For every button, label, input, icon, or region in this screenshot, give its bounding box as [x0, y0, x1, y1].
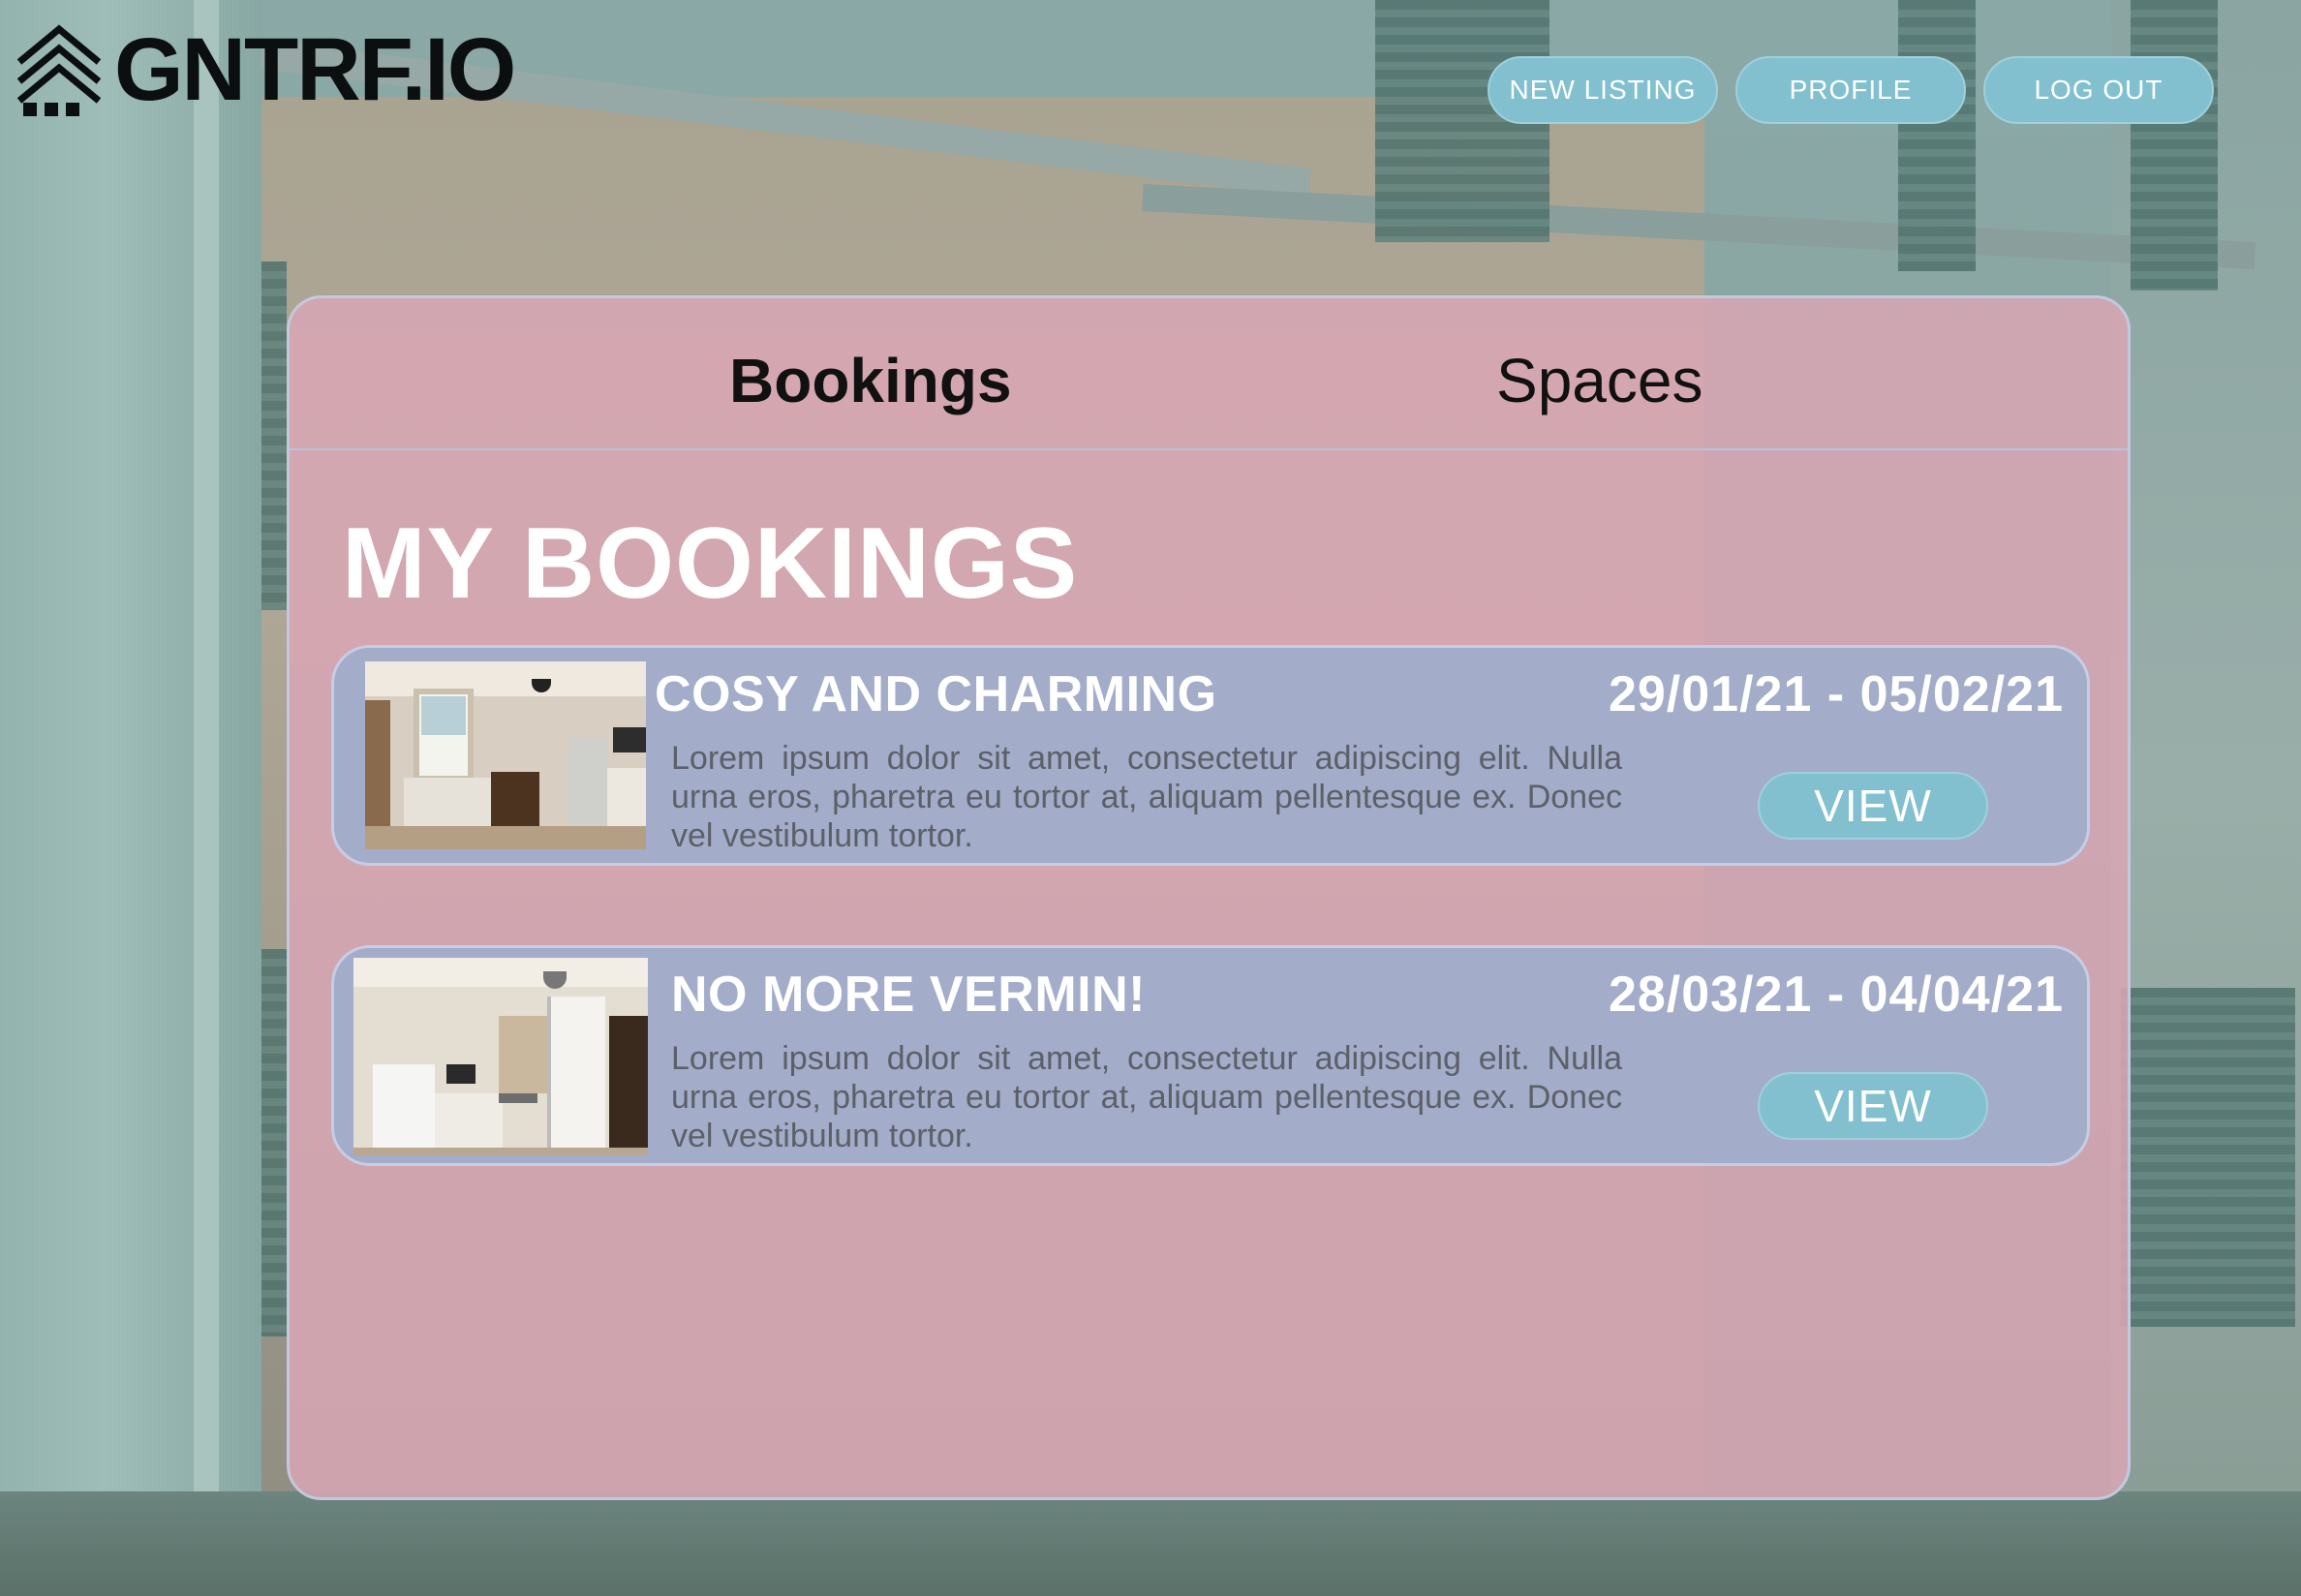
tab-spaces[interactable]: Spaces — [1496, 345, 1703, 416]
booking-title: NO MORE VERMIN! — [671, 967, 1146, 1023]
brand-name: GNTRF.IO — [114, 20, 516, 119]
log-out-button[interactable]: LOG OUT — [1983, 56, 2214, 124]
booking-card: NO MORE VERMIN! 28/03/21 - 04/04/21 Lore… — [331, 945, 2090, 1166]
page-title: MY BOOKINGS — [342, 507, 1079, 620]
booking-description: Lorem ipsum dolor sit amet, consectetur … — [671, 740, 1622, 854]
booking-card: COSY AND CHARMING 29/01/21 - 05/02/21 Lo… — [331, 645, 2090, 866]
profile-button[interactable]: PROFILE — [1735, 56, 1966, 124]
house-stack-icon — [16, 24, 102, 116]
brand-logo[interactable]: GNTRF.IO — [15, 20, 516, 119]
new-listing-button[interactable]: NEW LISTING — [1488, 56, 1718, 124]
view-button[interactable]: VIEW — [1758, 1072, 1988, 1140]
bookings-panel: Bookings Spaces MY BOOKINGS COSY AND CHA… — [287, 295, 2131, 1500]
booking-title: COSY AND CHARMING — [655, 666, 1217, 722]
booking-description: Lorem ipsum dolor sit amet, consectetur … — [671, 1040, 1622, 1154]
view-button[interactable]: VIEW — [1758, 772, 1988, 840]
booking-dates: 29/01/21 - 05/02/21 — [1608, 666, 2064, 722]
tab-bar: Bookings Spaces — [290, 298, 2128, 450]
top-nav: NEW LISTING PROFILE LOG OUT — [1488, 56, 2214, 124]
listing-thumbnail[interactable] — [365, 661, 646, 849]
listing-thumbnail[interactable] — [353, 958, 648, 1155]
booking-dates: 28/03/21 - 04/04/21 — [1608, 967, 2064, 1023]
tab-bookings[interactable]: Bookings — [729, 345, 1012, 416]
